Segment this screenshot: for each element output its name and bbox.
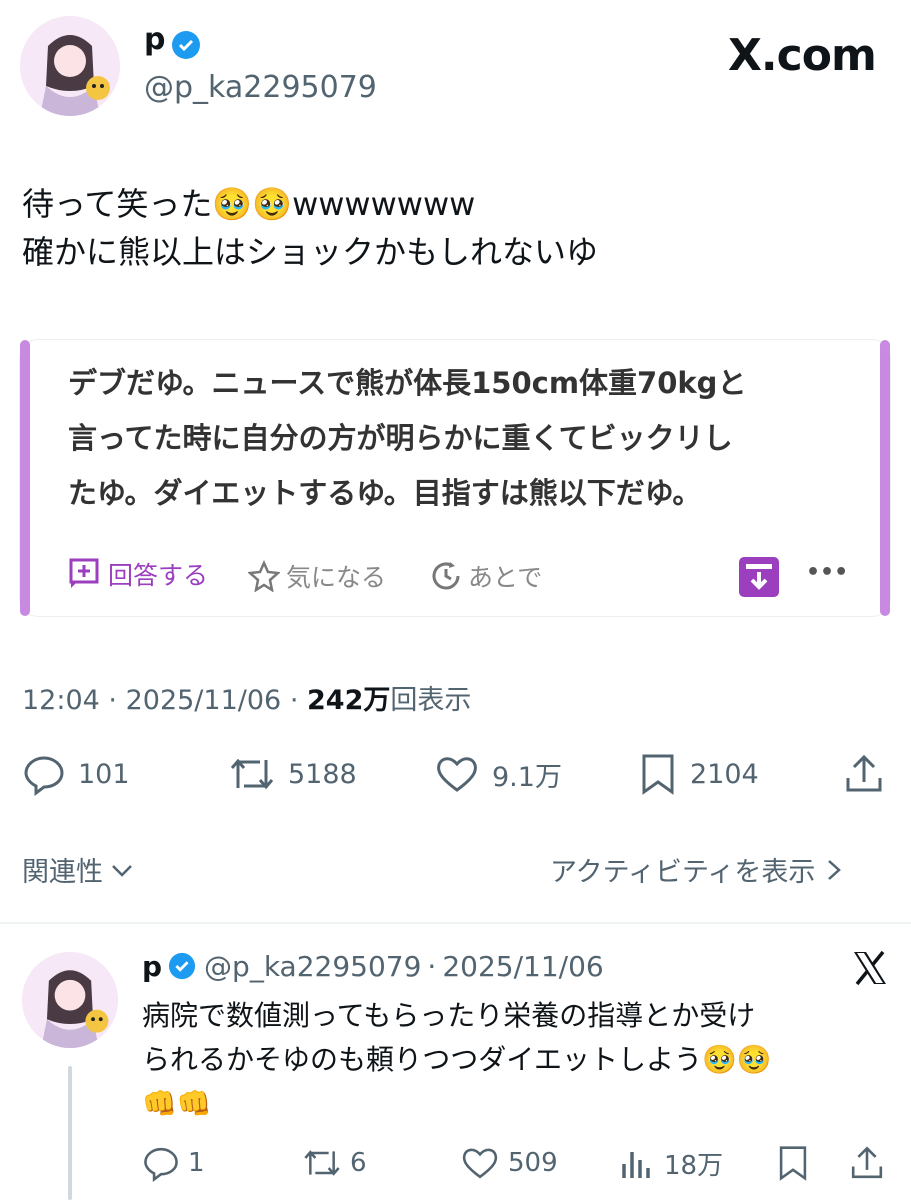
share-icon	[851, 1146, 883, 1179]
interested-label: 気になる	[286, 563, 387, 592]
reply-like-count: 509	[508, 1148, 558, 1178]
retweet-icon	[230, 758, 274, 790]
interested-button[interactable]: 気になる	[248, 558, 386, 594]
retweet-button[interactable]: 5188	[228, 752, 357, 796]
retweet-icon	[304, 1150, 340, 1176]
reply-verified-badge-icon	[168, 952, 198, 982]
clock-icon	[430, 560, 462, 592]
display-name[interactable]: p	[144, 22, 165, 57]
reply-actions: 1 6 509 18万	[142, 1144, 892, 1184]
bookmark-icon	[779, 1146, 807, 1181]
reply-button[interactable]: 101	[22, 752, 130, 796]
chevron-right-icon	[828, 859, 842, 880]
author-name-row[interactable]: p	[144, 22, 201, 60]
bookmark-count: 2104	[690, 758, 759, 790]
reply-header: p @p_ka2295079 · 2025/11/06	[142, 950, 604, 983]
bookmark-button[interactable]: 2104	[638, 752, 759, 796]
reply-bookmark-button[interactable]	[776, 1144, 810, 1189]
tweet-actions: 101 5188 9.1万 2104	[22, 752, 888, 796]
relevance-label: 関連性	[22, 857, 103, 888]
share-button[interactable]	[842, 752, 886, 803]
relevance-dropdown[interactable]: 関連性	[22, 850, 135, 889]
later-button[interactable]: あとで	[430, 558, 542, 594]
meta-separator: ·	[108, 685, 117, 716]
more-button[interactable]: •••	[806, 560, 848, 585]
answer-label: 回答する	[108, 561, 209, 590]
reply-count: 101	[78, 758, 130, 790]
tweet-metadata: 12:04 · 2025/11/06 · 242万回表示	[22, 678, 471, 717]
reply-retweet-button[interactable]: 6	[302, 1144, 367, 1182]
reply-handle[interactable]: @p_ka2295079	[204, 950, 421, 983]
bookmark-icon	[642, 754, 674, 795]
reply-icon	[24, 756, 64, 796]
verified-badge-icon	[171, 30, 201, 60]
tweet-time[interactable]: 12:04	[22, 685, 100, 716]
answer-button[interactable]: 回答する	[68, 556, 208, 592]
archive-icon	[739, 557, 779, 597]
thread-line	[68, 1066, 72, 1200]
view-activity-label: アクティビティを表示	[550, 857, 816, 888]
reply-date[interactable]: 2025/11/06	[442, 950, 603, 983]
divider	[0, 922, 911, 924]
reply-avatar[interactable]	[22, 952, 118, 1048]
star-icon	[248, 560, 280, 592]
meta-separator-2: ·	[289, 685, 299, 716]
avatar[interactable]	[20, 16, 120, 116]
chevron-down-icon	[112, 864, 132, 877]
view-activity-link[interactable]: アクティビティを表示	[550, 850, 845, 889]
reply-separator: ·	[427, 950, 437, 983]
author-handle[interactable]: @p_ka2295079	[144, 70, 377, 105]
reply-retweet-count: 6	[350, 1148, 367, 1178]
reply-icon	[144, 1147, 178, 1182]
reply-reply-count: 1	[188, 1148, 205, 1178]
archive-button[interactable]	[738, 556, 780, 602]
tweet-text: 待って笑った🥹🥹wwwwwww 確かに熊以上はショックかもしれないゆ	[22, 185, 599, 271]
views-label: 回表示	[390, 685, 472, 716]
x-logo-icon	[850, 948, 890, 992]
quoted-text: デブだゆ。ニュースで熊が体長150cm体重70kgと 言ってた時に自分の方が明ら…	[68, 366, 747, 510]
reply-share-button[interactable]	[848, 1144, 886, 1189]
reply-like-button[interactable]: 509	[460, 1144, 558, 1182]
retweet-count: 5188	[288, 758, 357, 790]
like-button[interactable]: 9.1万	[434, 752, 562, 796]
share-icon	[846, 754, 882, 792]
add-answer-icon	[68, 557, 102, 591]
reply-display-name[interactable]: p	[142, 950, 162, 983]
analytics-icon	[622, 1152, 650, 1178]
tweet-date[interactable]: 2025/11/06	[126, 685, 282, 716]
like-count: 9.1万	[492, 761, 562, 793]
reply-views-button[interactable]: 18万	[618, 1144, 723, 1182]
reply-text: 病院で数値測ってもらったり栄養の指導とか受け られるかそゆのも頼りつつダイエット…	[142, 999, 772, 1120]
later-label: あとで	[468, 563, 543, 592]
heart-icon	[462, 1148, 498, 1179]
heart-icon	[437, 757, 477, 792]
x-brand-logo: X.com	[728, 30, 877, 81]
quote-right-bar	[880, 340, 890, 616]
views-count: 242万	[307, 685, 391, 716]
reply-views-count: 18万	[664, 1150, 724, 1181]
quote-left-bar	[20, 340, 30, 616]
reply-reply-button[interactable]: 1	[142, 1144, 205, 1182]
